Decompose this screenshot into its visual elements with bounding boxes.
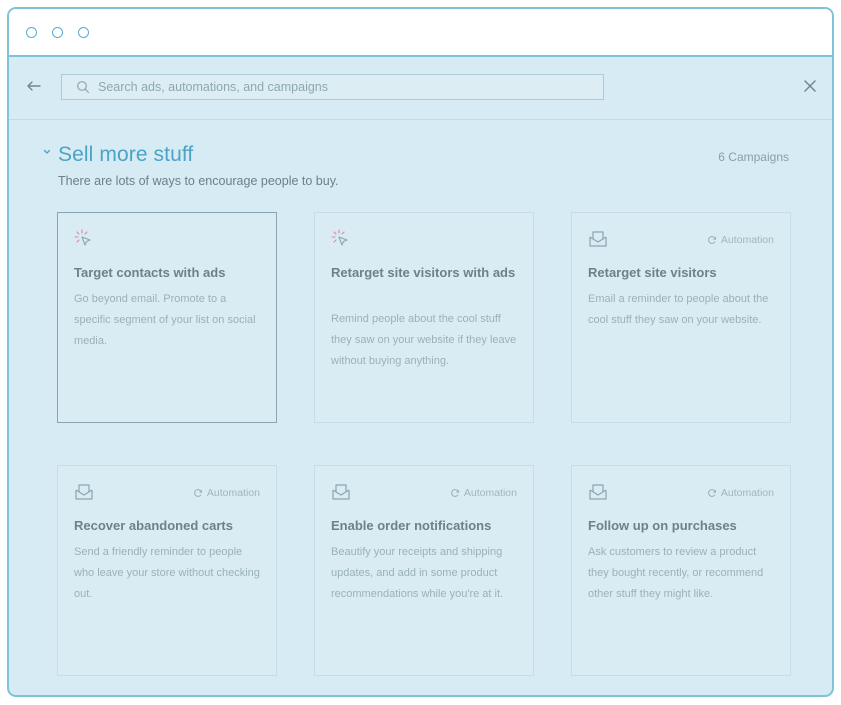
badge-label: Automation (720, 234, 774, 246)
arrow-left-icon[interactable] (24, 76, 44, 96)
email-icon (589, 231, 607, 247)
automation-badge: Automation (193, 487, 260, 499)
card-description: Beautify your receipts and shipping upda… (331, 546, 504, 600)
card-title: Retarget site visitors (588, 265, 717, 280)
card-description: Ask customers to review a product they b… (588, 546, 764, 600)
app-window: Sell more stuff There are lots of ways t… (7, 7, 834, 697)
campaign-card-abandoned-carts[interactable]: Automation Recover abandoned carts Send … (57, 465, 277, 676)
badge-label: Automation (206, 487, 260, 499)
campaign-card-target-contacts-ads[interactable]: Target contacts with ads Go beyond email… (57, 212, 277, 423)
section-title[interactable]: Sell more stuff (58, 143, 193, 167)
automation-badge: Automation (707, 487, 774, 499)
card-title: Enable order notifications (331, 518, 492, 533)
cursor-click-icon (74, 229, 91, 246)
email-icon (332, 484, 350, 500)
refresh-icon (707, 489, 717, 497)
window-maximize-dot[interactable] (78, 26, 89, 38)
search-box[interactable] (61, 74, 604, 100)
cursor-click-icon (331, 229, 348, 246)
refresh-icon (450, 489, 460, 497)
campaign-card-retarget-ads[interactable]: Retarget site visitors with ads Remind p… (314, 212, 534, 423)
card-title: Target contacts with ads (74, 265, 226, 280)
window-minimize-dot[interactable] (52, 26, 63, 38)
title-bar (9, 9, 832, 57)
search-input[interactable] (98, 80, 578, 94)
card-description: Remind people about the cool stuff they … (331, 313, 517, 367)
campaign-card-order-notifications[interactable]: Automation Enable order notifications Be… (314, 465, 534, 676)
toolbar (9, 57, 832, 120)
automation-badge: Automation (450, 487, 517, 499)
window-close-dot[interactable] (26, 26, 37, 38)
refresh-icon (707, 236, 717, 244)
card-description: Go beyond email. Promote to a specific s… (74, 293, 256, 347)
card-description: Send a friendly reminder to people who l… (74, 546, 260, 600)
campaign-card-follow-up-purchases[interactable]: Automation Follow up on purchases Ask cu… (571, 465, 791, 676)
card-description: Email a reminder to people about the coo… (588, 293, 769, 326)
card-title: Follow up on purchases (588, 518, 737, 533)
automation-badge: Automation (707, 234, 774, 246)
chevron-down-icon[interactable] (42, 147, 52, 157)
section-subtitle: There are lots of ways to encourage peop… (58, 174, 339, 188)
refresh-icon (193, 489, 203, 497)
campaign-count: 6 Campaigns (718, 150, 789, 164)
campaign-card-retarget-site-visitors[interactable]: Automation Retarget site visitors Email … (571, 212, 791, 423)
email-icon (589, 484, 607, 500)
card-title: Recover abandoned carts (74, 518, 233, 533)
close-icon[interactable] (801, 77, 819, 95)
badge-label: Automation (463, 487, 517, 499)
card-title: Retarget site visitors with ads (331, 265, 516, 280)
email-icon (75, 484, 93, 500)
search-icon (77, 81, 90, 94)
badge-label: Automation (720, 487, 774, 499)
